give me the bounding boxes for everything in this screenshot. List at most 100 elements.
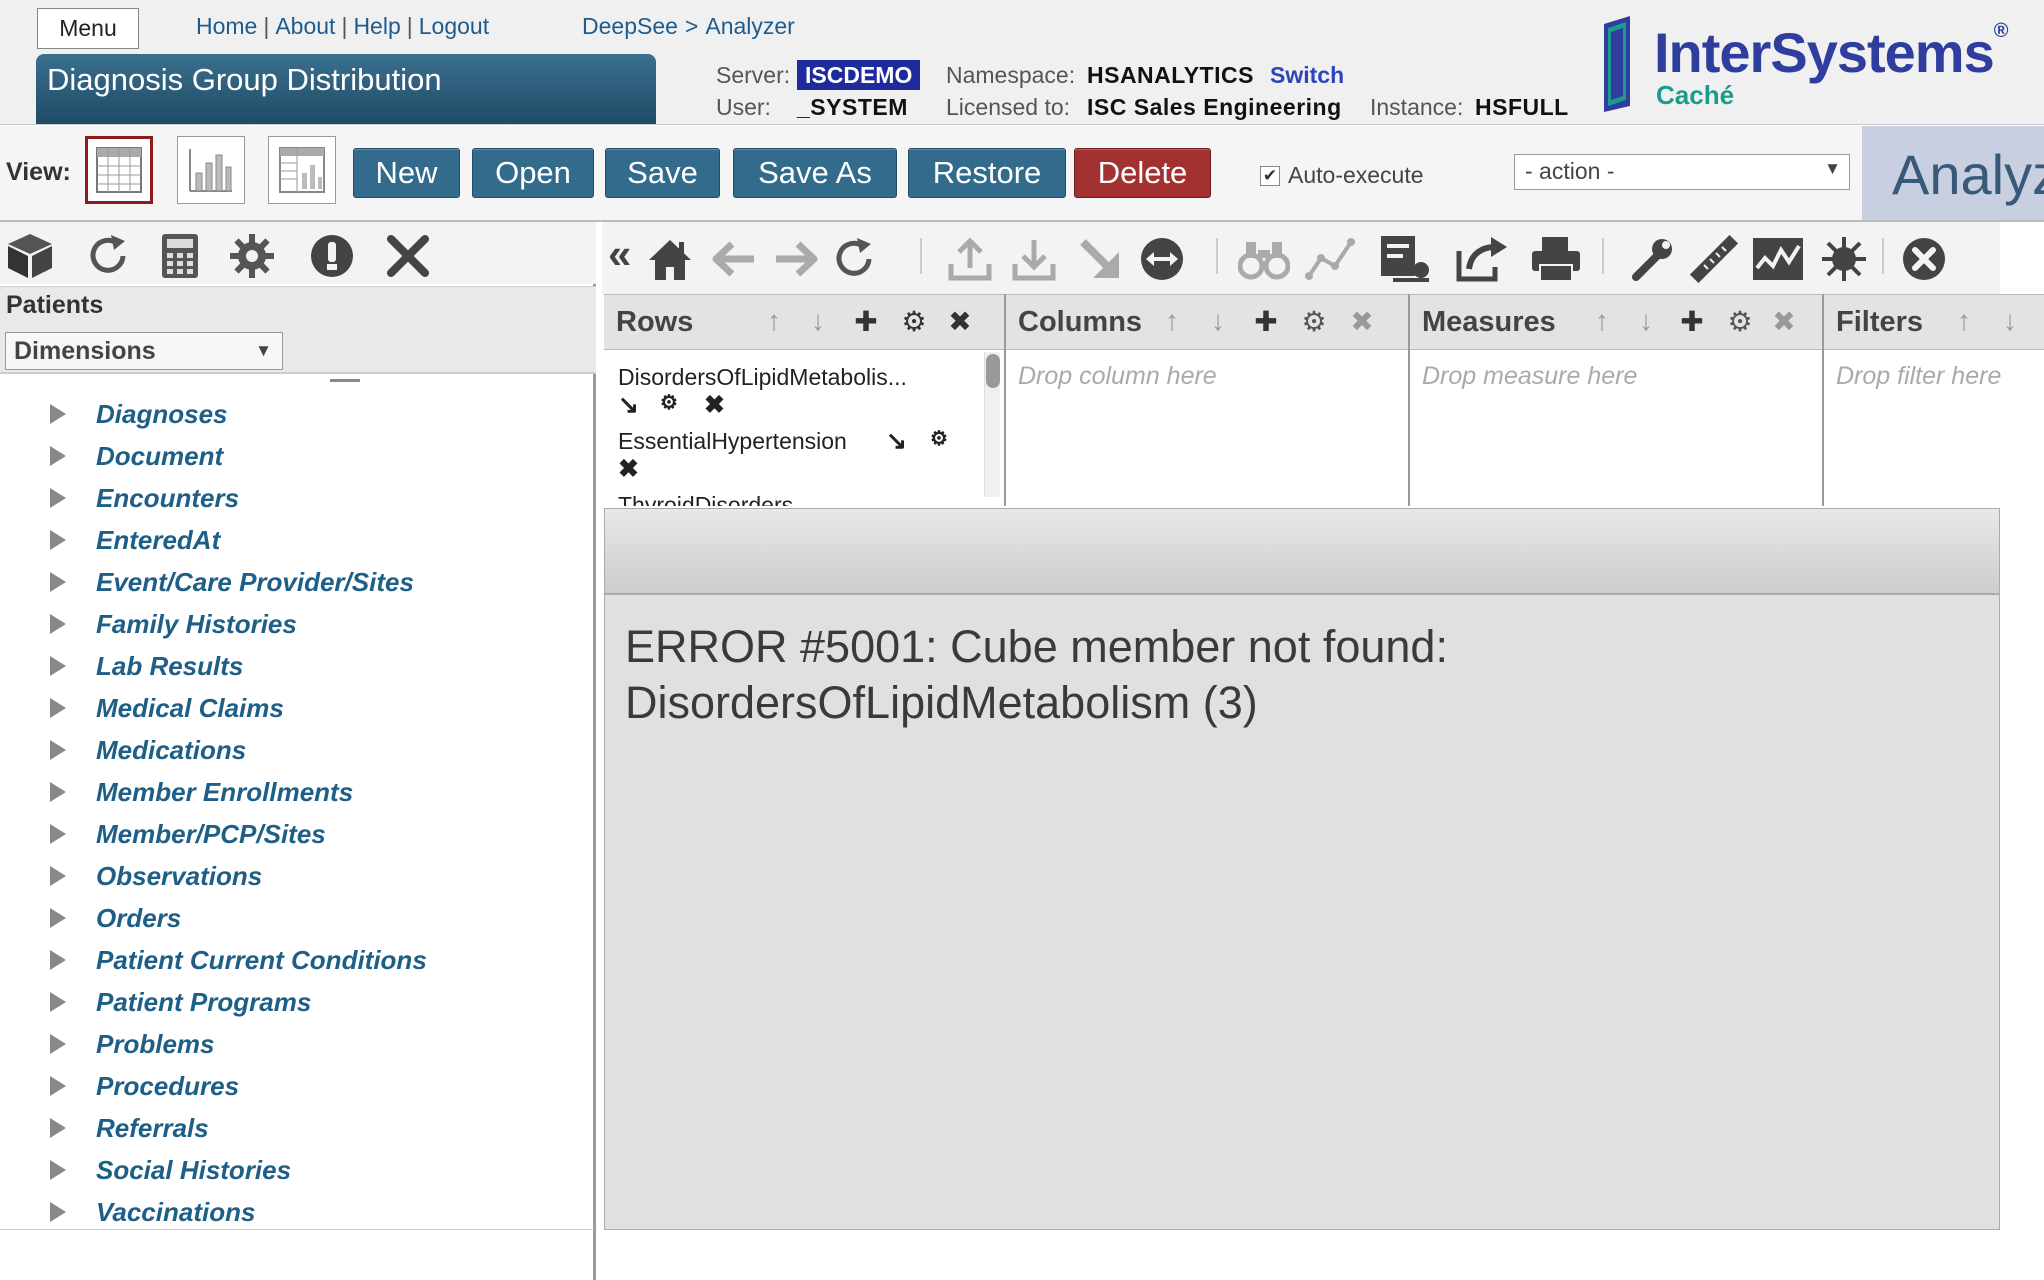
row-item-label[interactable]: EssentialHypertension: [618, 428, 847, 455]
delete-button[interactable]: Delete: [1074, 148, 1211, 198]
tree-item[interactable]: Vaccinations: [50, 1192, 255, 1229]
breadcrumb-deepsee[interactable]: DeepSee: [582, 13, 678, 39]
move-down-icon[interactable]: ↓: [1630, 305, 1662, 339]
tree-item[interactable]: Encounters: [50, 478, 239, 518]
pivot-options-icon[interactable]: [1378, 232, 1434, 286]
home-link[interactable]: Home: [196, 13, 257, 39]
combined-view-button[interactable]: [268, 136, 336, 204]
tree-item[interactable]: Referrals: [50, 1108, 209, 1148]
expand-triangle-icon[interactable]: [50, 530, 66, 550]
gear-icon[interactable]: ⚙: [1298, 305, 1330, 339]
trend-line-icon[interactable]: [1302, 232, 1358, 286]
dimensions-select[interactable]: Dimensions ▼: [5, 332, 283, 370]
expand-triangle-icon[interactable]: [50, 698, 66, 718]
wrench-icon[interactable]: [1624, 232, 1680, 286]
expand-triangle-icon[interactable]: [50, 992, 66, 1012]
expand-triangle-icon[interactable]: [50, 1118, 66, 1138]
chart-icon[interactable]: [1750, 232, 1806, 286]
expand-triangle-icon[interactable]: [50, 656, 66, 676]
tree-item[interactable]: Member/PCP/Sites: [50, 814, 326, 854]
add-icon[interactable]: ✚: [1676, 305, 1708, 339]
expand-triangle-icon[interactable]: [50, 782, 66, 802]
tree-item[interactable]: Lab Results: [50, 646, 243, 686]
help-link[interactable]: Help: [353, 13, 400, 39]
row-item-label[interactable]: ThyroidDisorders: [618, 492, 793, 506]
expand-triangle-icon[interactable]: [50, 572, 66, 592]
close-icon[interactable]: ✖: [1346, 305, 1378, 339]
expand-triangle-icon[interactable]: [50, 950, 66, 970]
download-icon[interactable]: [1006, 232, 1062, 286]
drilldown-arrow-icon[interactable]: [1072, 232, 1128, 286]
expand-triangle-icon[interactable]: [50, 488, 66, 508]
remove-icon[interactable]: ✖: [704, 390, 725, 420]
tree-item[interactable]: Document: [50, 436, 223, 476]
tree-item[interactable]: Social Histories: [50, 1150, 291, 1190]
expand-triangle-icon[interactable]: [50, 908, 66, 928]
cube-icon[interactable]: [4, 230, 56, 282]
restore-button[interactable]: Restore: [908, 148, 1066, 198]
close-icon[interactable]: [382, 230, 434, 282]
expand-triangle-icon[interactable]: [50, 1160, 66, 1180]
move-up-icon[interactable]: ↑: [1948, 305, 1980, 339]
tree-item[interactable]: Medications: [50, 730, 246, 770]
forward-arrow-icon[interactable]: [768, 232, 824, 286]
move-up-icon[interactable]: ↑: [758, 305, 790, 339]
refresh-icon[interactable]: [826, 232, 882, 286]
auto-execute-checkbox[interactable]: ✔: [1260, 165, 1280, 186]
drill-arrow-icon[interactable]: ↘: [618, 390, 639, 420]
breadcrumb-analyzer[interactable]: Analyzer: [705, 13, 794, 39]
logout-link[interactable]: Logout: [419, 13, 489, 39]
tree-item[interactable]: Patient Programs: [50, 982, 311, 1022]
menu-button[interactable]: Menu: [37, 8, 139, 49]
open-button[interactable]: Open: [472, 148, 594, 198]
action-select[interactable]: - action - ▼: [1514, 154, 1850, 190]
add-icon[interactable]: ✚: [1250, 305, 1282, 339]
filters-drop-zone[interactable]: Filters ↑ ↓ Drop filter here: [1824, 294, 2044, 506]
tree-item[interactable]: Orders: [50, 898, 181, 938]
move-up-icon[interactable]: ↑: [1586, 305, 1618, 339]
rows-drop-zone[interactable]: Rows ↑ ↓ ✚ ⚙ ✖ DisordersOfLipidMetabolis…: [604, 294, 1006, 506]
save-as-button[interactable]: Save As: [733, 148, 897, 198]
calculator-icon[interactable]: [154, 230, 206, 282]
tree-item[interactable]: Member Enrollments: [50, 772, 353, 812]
ruler-icon[interactable]: [1686, 232, 1742, 286]
row-item-label[interactable]: DisordersOfLipidMetabolis...: [618, 364, 907, 391]
back-arrow-icon[interactable]: [706, 232, 762, 286]
info-icon[interactable]: [306, 230, 358, 282]
tree-item[interactable]: Patient Current Conditions: [50, 940, 427, 980]
print-icon[interactable]: [1528, 232, 1584, 286]
close-circle-icon[interactable]: [1896, 232, 1952, 286]
tree-item[interactable]: Diagnoses: [50, 394, 228, 434]
table-view-button[interactable]: [85, 136, 153, 204]
expand-triangle-icon[interactable]: [50, 1202, 66, 1222]
tree-item[interactable]: Family Histories: [50, 604, 297, 644]
expand-triangle-icon[interactable]: [50, 1076, 66, 1096]
expand-triangle-icon[interactable]: [50, 866, 66, 886]
gear-small-icon[interactable]: ⚙: [930, 426, 948, 451]
scrollbar-thumb[interactable]: [986, 354, 1000, 388]
chart-view-button[interactable]: [177, 136, 245, 204]
move-up-icon[interactable]: ↑: [1156, 305, 1188, 339]
close-icon[interactable]: ✖: [1768, 305, 1800, 339]
columns-drop-zone[interactable]: Columns ↑ ↓ ✚ ⚙ ✖ Drop column here: [1006, 294, 1410, 506]
home-icon[interactable]: [642, 232, 698, 286]
expand-triangle-icon[interactable]: [50, 1034, 66, 1054]
tree-item[interactable]: Procedures: [50, 1066, 239, 1106]
sun-icon[interactable]: [1816, 232, 1872, 286]
auto-execute-toggle[interactable]: ✔ Auto-execute: [1260, 162, 1424, 189]
tree-item[interactable]: EnteredAt: [50, 520, 220, 560]
tree-item[interactable]: Observations: [50, 856, 262, 896]
expand-triangle-icon[interactable]: [50, 740, 66, 760]
collapse-panel-icon[interactable]: «: [608, 230, 631, 278]
gear-icon[interactable]: [226, 230, 278, 282]
drill-arrow-icon[interactable]: ↘: [886, 426, 907, 456]
tree-item[interactable]: Problems: [50, 1024, 215, 1064]
upload-icon[interactable]: [942, 232, 998, 286]
move-down-icon[interactable]: ↓: [1994, 305, 2026, 339]
about-link[interactable]: About: [275, 13, 335, 39]
expand-triangle-icon[interactable]: [50, 824, 66, 844]
expand-triangle-icon[interactable]: [50, 446, 66, 466]
refresh-icon[interactable]: [82, 230, 134, 282]
add-icon[interactable]: ✚: [850, 305, 882, 339]
tree-item[interactable]: Medical Claims: [50, 688, 284, 728]
